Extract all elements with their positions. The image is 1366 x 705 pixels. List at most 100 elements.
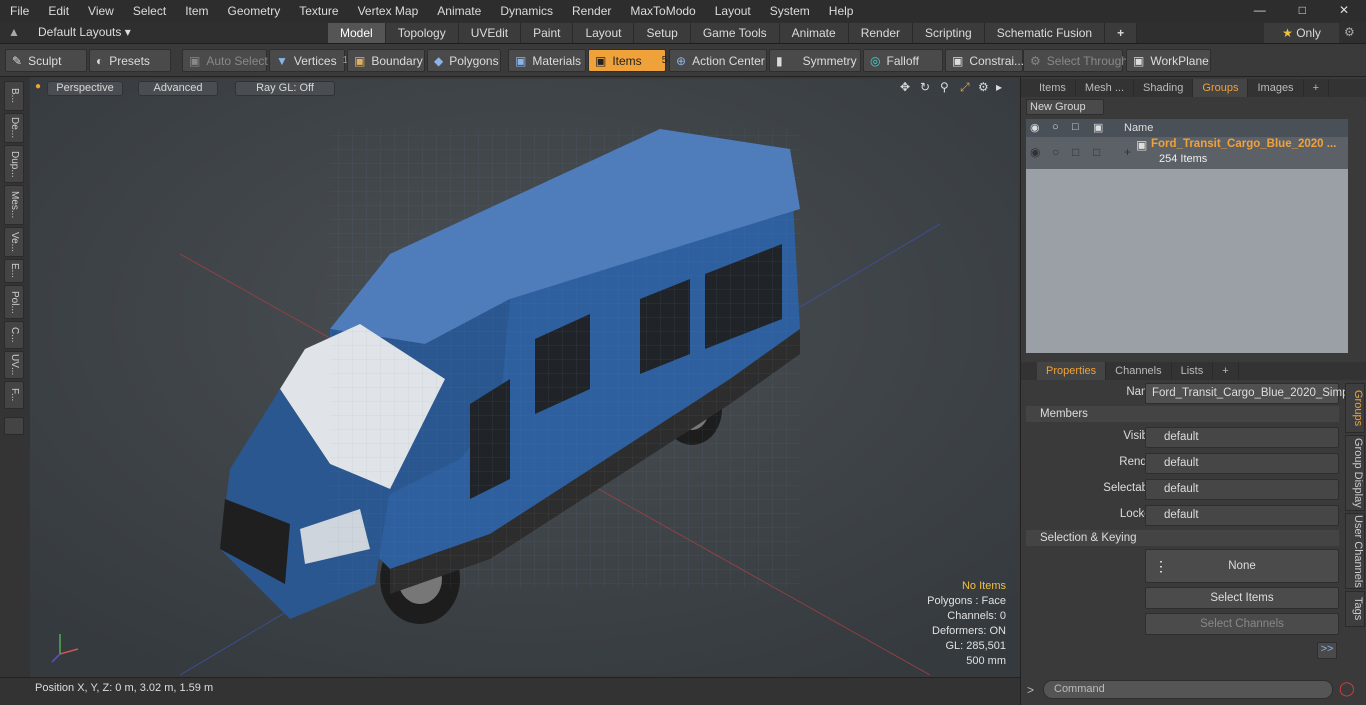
add-property-tab-icon[interactable]: + — [1213, 362, 1239, 380]
name-field[interactable]: Ford_Transit_Cargo_Blue_2020_Simpl — [1145, 383, 1351, 404]
3d-viewport[interactable]: ● Perspective Advanced Ray GL: Off ✥ ↻ ⚲… — [30, 79, 1018, 675]
menu-select[interactable]: Select — [123, 4, 175, 18]
left-tab-deform[interactable]: De... — [4, 113, 24, 143]
left-tab-curve[interactable]: C... — [4, 321, 24, 349]
left-tab-polygon[interactable]: Pol... — [4, 285, 24, 319]
menu-dynamics[interactable]: Dynamics — [490, 4, 562, 18]
new-group-button[interactable]: New Group — [1026, 99, 1104, 115]
left-tab-uv[interactable]: UV... — [4, 351, 24, 379]
menu-layout[interactable]: Layout — [705, 4, 760, 18]
left-tab-duplicate[interactable]: Dup... — [4, 145, 24, 183]
visible-dropdown[interactable]: default — [1145, 427, 1339, 448]
symmetry-button[interactable]: ▮ Symmetry — [769, 49, 861, 72]
viewport-expand-icon[interactable]: ▸ — [996, 80, 1002, 94]
menu-vertex-map[interactable]: Vertex Map — [348, 4, 428, 18]
tab-render[interactable]: Render — [848, 23, 914, 43]
rotate-view-icon[interactable]: ↻ — [920, 80, 930, 94]
select-through-button[interactable]: ⚙ Select Through — [1023, 49, 1128, 72]
tab-model[interactable]: Model — [328, 23, 386, 43]
row-eye-icon[interactable]: ◉ — [1030, 145, 1040, 159]
tab-images[interactable]: Images — [1248, 79, 1304, 97]
tab-lists[interactable]: Lists — [1172, 362, 1214, 380]
tab-uvedit[interactable]: UVEdit — [458, 23, 522, 43]
constraints-button[interactable]: ▣ Constrai... — [945, 49, 1024, 72]
menu-view[interactable]: View — [78, 4, 123, 18]
menu-geometry[interactable]: Geometry — [218, 4, 290, 18]
viewport-settings-icon[interactable]: ⚙ — [978, 80, 989, 94]
left-tab-extra[interactable] — [4, 417, 24, 435]
perspective-dropdown[interactable]: Perspective — [47, 81, 123, 96]
only-toggle[interactable]: ★ Only — [1264, 23, 1339, 43]
materials-button[interactable]: ▣ Materials — [508, 49, 586, 72]
tab-topology[interactable]: Topology — [385, 23, 459, 43]
record-icon[interactable]: ◯ — [1339, 680, 1355, 697]
none-button[interactable]: ⋮ None — [1145, 549, 1339, 583]
locked-dropdown[interactable]: default — [1145, 505, 1339, 526]
row-select-icon[interactable]: □ — [1093, 145, 1100, 159]
left-tab-basic[interactable]: B... — [4, 81, 24, 111]
tab-items[interactable]: Items — [1021, 79, 1076, 97]
viewport-menu-icon[interactable]: ● — [35, 81, 41, 92]
menu-item[interactable]: Item — [175, 4, 217, 18]
selectable-dropdown[interactable]: default — [1145, 479, 1339, 500]
tab-game-tools[interactable]: Game Tools — [690, 23, 780, 43]
select-channels-button[interactable]: Select Channels — [1145, 613, 1339, 635]
raygl-dropdown[interactable]: Ray GL: Off — [235, 81, 335, 96]
side-tab-tags[interactable]: Tags — [1345, 591, 1365, 627]
menu-system[interactable]: System — [760, 4, 819, 18]
menu-maxtomodo[interactable]: MaxToModo — [620, 4, 704, 18]
presets-button[interactable]: ◐ Presets — [89, 49, 171, 72]
collapse-icon[interactable]: ▲ — [8, 25, 20, 39]
tab-properties[interactable]: Properties — [1037, 362, 1107, 380]
left-tab-vertex[interactable]: Ve... — [4, 227, 24, 257]
left-tab-mesh-edit[interactable]: Mes... — [4, 185, 24, 225]
menu-file[interactable]: File — [0, 4, 38, 18]
menu-edit[interactable]: Edit — [38, 4, 78, 18]
zoom-view-icon[interactable]: ⚲ — [940, 80, 949, 94]
vertices-button[interactable]: ▼ Vertices 1 — [269, 49, 348, 72]
tab-schematic-fusion[interactable]: Schematic Fusion — [984, 23, 1106, 43]
menu-render[interactable]: Render — [562, 4, 620, 18]
move-view-icon[interactable]: ✥ — [900, 80, 910, 94]
group-row[interactable]: ◉ ○ □ □ + ▣ Ford_Transit_Cargo_Blue_2020… — [1026, 137, 1348, 169]
layout-dropdown[interactable]: Default Layouts ▾ — [38, 25, 131, 39]
settings-gear-icon[interactable]: ⚙ — [1344, 25, 1355, 39]
select-items-button[interactable]: Select Items — [1145, 587, 1339, 609]
expand-more-button[interactable]: >> — [1317, 642, 1337, 659]
menu-animate[interactable]: Animate — [427, 4, 490, 18]
command-input[interactable]: Command — [1043, 680, 1333, 699]
expand-icon[interactable]: + — [1124, 145, 1131, 159]
maximize-view-icon[interactable]: ⤢ — [960, 80, 970, 95]
tab-setup[interactable]: Setup — [634, 23, 691, 43]
add-tab-icon[interactable]: + — [1105, 23, 1138, 43]
close-icon[interactable]: ✕ — [1329, 3, 1358, 17]
items-button[interactable]: ▣ Items 5 — [588, 49, 667, 72]
minimize-icon[interactable]: — — [1244, 3, 1275, 17]
polygons-button[interactable]: ◆ Polygons — [427, 49, 501, 72]
tab-scripting[interactable]: Scripting — [913, 23, 985, 43]
tab-shading[interactable]: Shading — [1134, 79, 1194, 97]
left-tab-fusion[interactable]: F... — [4, 381, 24, 409]
tab-animate[interactable]: Animate — [779, 23, 849, 43]
tab-groups[interactable]: Groups — [1193, 79, 1249, 97]
tab-paint[interactable]: Paint — [521, 23, 574, 43]
row-render-icon[interactable]: ○ — [1052, 145, 1059, 159]
menu-texture[interactable]: Texture — [289, 4, 347, 18]
left-tab-edge[interactable]: E... — [4, 259, 24, 283]
tab-mesh[interactable]: Mesh ... — [1076, 79, 1135, 97]
add-panel-tab-icon[interactable]: + — [1304, 79, 1329, 97]
tab-layout[interactable]: Layout — [573, 23, 635, 43]
action-center-button[interactable]: ⊕ Action Center — [669, 49, 767, 72]
falloff-button[interactable]: ◎ Falloff — [863, 49, 943, 72]
boundary-button[interactable]: ▣ Boundary — [347, 49, 425, 72]
side-tab-group-display[interactable]: Group Display — [1345, 435, 1365, 511]
workplane-button[interactable]: ▣ WorkPlane — [1126, 49, 1211, 72]
sculpt-button[interactable]: ✎ Sculpt — [5, 49, 87, 72]
side-tab-user-channels[interactable]: User Channels — [1345, 513, 1365, 589]
tab-channels[interactable]: Channels — [1106, 362, 1172, 380]
advanced-dropdown[interactable]: Advanced — [138, 81, 218, 96]
members-section[interactable]: Members — [1026, 406, 1339, 422]
auto-select-button[interactable]: ▣ Auto Select — [182, 49, 268, 72]
maximize-icon[interactable]: □ — [1289, 3, 1315, 17]
row-lock-icon[interactable]: □ — [1072, 145, 1079, 159]
